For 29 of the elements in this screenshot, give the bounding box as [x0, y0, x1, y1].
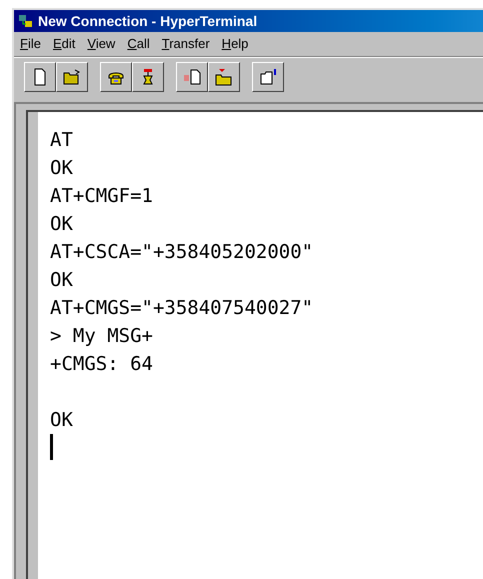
terminal-line: AT [50, 128, 74, 153]
toolbar-button[interactable] [252, 62, 284, 92]
terminal-line: AT+CMGS="+358407540027" [50, 296, 314, 321]
menu-item[interactable]: View [87, 34, 116, 54]
toolbar-button[interactable] [100, 62, 132, 92]
terminal-line: OK [50, 156, 74, 181]
toolbar-button[interactable] [56, 62, 88, 92]
terminal-line: OK [50, 212, 74, 237]
menu-item[interactable]: Transfer [162, 34, 210, 54]
connected-computers-icon [18, 13, 34, 29]
terminal-line: > My MSG+ [50, 324, 154, 349]
menu-item[interactable]: Edit [52, 34, 76, 54]
terminal-line: +CMGS: 64 [50, 352, 154, 377]
properties-page-icon [259, 68, 277, 86]
terminal-line: AT+CSCA="+358405202000" [50, 240, 314, 265]
toolbar-button[interactable] [24, 62, 56, 92]
toolbar-button[interactable] [176, 62, 208, 92]
send-page-icon [183, 68, 201, 86]
receive-folder-icon [215, 68, 233, 86]
menu-item[interactable]: Help [222, 34, 248, 54]
terminal-line: OK [50, 408, 74, 433]
toolbar-button[interactable] [132, 62, 164, 92]
terminal-line: OK [50, 268, 74, 293]
window-title: New Connection - HyperTerminal [38, 12, 258, 31]
terminal-line: AT+CMGF=1 [50, 184, 154, 209]
menu-item[interactable]: File [20, 34, 41, 54]
toolbar-button[interactable] [208, 62, 240, 92]
menu-item[interactable]: Call [127, 34, 150, 54]
folder-icon [63, 68, 81, 86]
